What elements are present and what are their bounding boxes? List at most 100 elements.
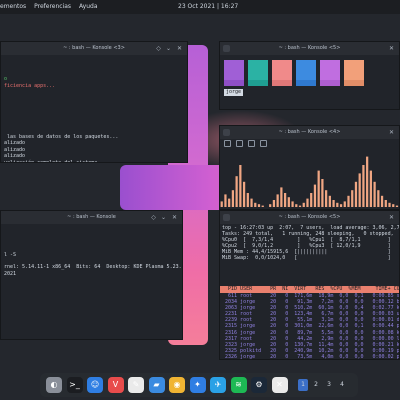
- color-swatch-shade: [344, 80, 364, 86]
- visualizer-bar: [339, 204, 343, 207]
- visualizer-bar: [269, 204, 272, 207]
- window-menu-icon[interactable]: [223, 45, 230, 52]
- spotify-icon[interactable]: ≋: [230, 377, 247, 393]
- process-table-header: PID USER PR NI VIRT RES %CPU %MEM TIME+ …: [220, 286, 400, 293]
- vivaldi-icon[interactable]: V: [107, 377, 124, 393]
- color-swatch: [272, 60, 292, 80]
- terminal-icon[interactable]: >_: [66, 377, 83, 393]
- color-swatch-shade: [296, 80, 316, 86]
- visualizer-bar: [354, 181, 358, 207]
- terminal-output[interactable]: l -S rnel: 5.14.11-1 x86_64 Bits: 64 Des…: [1, 224, 182, 279]
- menu-item-edit[interactable]: ementos: [0, 3, 26, 10]
- menu-item-help[interactable]: Ayuda: [79, 3, 98, 10]
- color-swatch-shade: [272, 80, 292, 86]
- visualizer-bar: [257, 204, 261, 207]
- steam-icon[interactable]: ⚙: [251, 377, 267, 393]
- window-titlebar[interactable]: ~ : bash — Konsole <3> ◇ ⌄ ✕: [1, 42, 187, 55]
- chrome-icon[interactable]: ◉: [169, 377, 185, 393]
- user-prompt-label: jorge: [224, 89, 244, 96]
- close-icon[interactable]: ✕: [388, 45, 395, 52]
- visualizer-bar: [250, 198, 253, 207]
- visualizer-bar: [366, 156, 369, 207]
- visualizer-bar: [313, 184, 317, 207]
- process-row[interactable]: 2317 root 20 0 44,2m 2,9m 0,0 0,0 0:00.0…: [222, 336, 399, 342]
- visualizer-bar: [291, 201, 294, 207]
- global-menu: ementos Preferencias Ayuda: [0, 0, 104, 14]
- paste-icon[interactable]: [248, 140, 255, 147]
- window-title: ~ : bash — Konsole: [67, 214, 116, 220]
- visualizer-bar: [388, 202, 391, 207]
- close-icon[interactable]: ✕: [388, 129, 395, 136]
- visualizer-bar: [239, 165, 242, 207]
- color-swatch: [224, 60, 244, 80]
- search-icon[interactable]: [260, 140, 267, 147]
- window-menu-icon[interactable]: [223, 214, 230, 221]
- close-icon[interactable]: ✕: [171, 214, 178, 221]
- appstore-icon[interactable]: ✦: [189, 377, 206, 393]
- minimize-icon[interactable]: ⌄: [160, 214, 167, 221]
- visualizer-bar: [224, 194, 227, 207]
- process-row[interactable]: 2315 jorge 20 0 301,0m 22,6m 0,0 0,1 0:0…: [222, 323, 399, 329]
- visualizer-bar: [358, 173, 361, 207]
- workspace-3[interactable]: 3: [324, 379, 334, 391]
- terminal-output[interactable]: o ficiencia apps... las bases de datos de…: [1, 55, 187, 162]
- konsole-window[interactable]: ~ : bash — Konsole ◇ ⌄ ✕ l -S rnel: 5.14…: [0, 210, 183, 340]
- visualizer-bar: [276, 194, 279, 207]
- close-icon[interactable]: ✕: [388, 214, 395, 221]
- process-row[interactable]: 2326 jorge 20 0 73,5m 4,0m 0,0 0,0 0:00.…: [222, 354, 399, 359]
- visualizer-bar: [384, 200, 387, 207]
- new-tab-icon[interactable]: [224, 140, 231, 147]
- color-swatch: [320, 60, 340, 80]
- konsole-window-3[interactable]: ~ : bash — Konsole <3> ◇ ⌄ ✕ o ficiencia …: [0, 41, 188, 163]
- process-row[interactable]: 2323 jorge 20 0 130,7m 11,4m 0,0 0,0 0:0…: [222, 342, 399, 348]
- workspace-4[interactable]: 4: [337, 379, 347, 391]
- audio-visualizer: [220, 156, 399, 207]
- visualizer-bar: [228, 198, 231, 207]
- x-icon[interactable]: ✕: [271, 377, 288, 393]
- process-list[interactable]: 611 root 20 0 171,6m 18,9m 0,0 0,1 0:00.…: [220, 293, 399, 359]
- color-swatch-shade: [224, 80, 244, 86]
- menu-item-preferences[interactable]: Preferencias: [34, 3, 71, 10]
- window-titlebar[interactable]: ~ : bash — Konsole <4> ✕: [220, 126, 399, 139]
- twitter-icon[interactable]: ✈: [210, 377, 226, 393]
- window-titlebar[interactable]: ~ : bash — Konsole ◇ ⌄ ✕: [1, 211, 182, 224]
- visualizer-bar: [246, 193, 249, 207]
- pin-icon[interactable]: ◇: [150, 214, 157, 221]
- window-titlebar[interactable]: ~ : bash — Konsole <5> ✕: [220, 211, 399, 224]
- visualizer-bar: [328, 195, 331, 207]
- visualizer-bar: [332, 200, 335, 207]
- inkscape-icon[interactable]: ✎: [128, 377, 144, 393]
- visualizer-bar: [362, 165, 365, 207]
- visualizer-bar: [343, 201, 346, 207]
- top-panel: ementos Preferencias Ayuda 23 Oct 2021 |…: [0, 0, 400, 14]
- copy-icon[interactable]: [236, 140, 243, 147]
- folder-icon[interactable]: ▰: [148, 377, 165, 393]
- konsole-window-4-visualizer[interactable]: ~ : bash — Konsole <4> ✕: [219, 125, 400, 210]
- workspace-2[interactable]: 2: [311, 379, 321, 391]
- visualizer-bar: [261, 205, 264, 207]
- finder-face-icon[interactable]: ☺: [87, 377, 103, 393]
- konsole-window-5-top[interactable]: ~ : bash — Konsole <5> ✕ top - 16:27:03 …: [219, 210, 400, 360]
- window-titlebar[interactable]: ~ : bash — Konsole <5> ✕: [220, 42, 399, 55]
- clock[interactable]: 23 Oct 2021 | 16:27: [178, 0, 238, 14]
- visualizer-bar: [283, 193, 287, 207]
- color-swatch: [248, 60, 268, 80]
- visualizer-bar: [235, 176, 238, 207]
- window-title: ~ : bash — Konsole <5>: [278, 45, 341, 51]
- window-menu-icon[interactable]: [223, 129, 230, 136]
- finder-icon[interactable]: ◐: [46, 377, 62, 393]
- visualizer-bar: [347, 195, 350, 207]
- process-row[interactable]: 2316 jorge 20 0 89,7m 5,5m 0,0 0,0 0:00.…: [222, 330, 399, 336]
- visualizer-bar: [306, 198, 309, 207]
- minimize-icon[interactable]: ⌄: [165, 45, 172, 52]
- visualizer-bar: [373, 181, 376, 207]
- visualizer-bar: [351, 190, 354, 207]
- workspace-1[interactable]: 1: [298, 379, 308, 391]
- window-title: ~ : bash — Konsole <4>: [278, 129, 341, 135]
- visualizer-bar: [395, 205, 399, 207]
- color-swatch-shade: [320, 80, 340, 86]
- visualizer-bar: [280, 187, 283, 207]
- konsole-window-5-palette[interactable]: ~ : bash — Konsole <5> ✕ jorge: [219, 41, 400, 110]
- pin-icon[interactable]: ◇: [155, 45, 162, 52]
- close-icon[interactable]: ✕: [176, 45, 183, 52]
